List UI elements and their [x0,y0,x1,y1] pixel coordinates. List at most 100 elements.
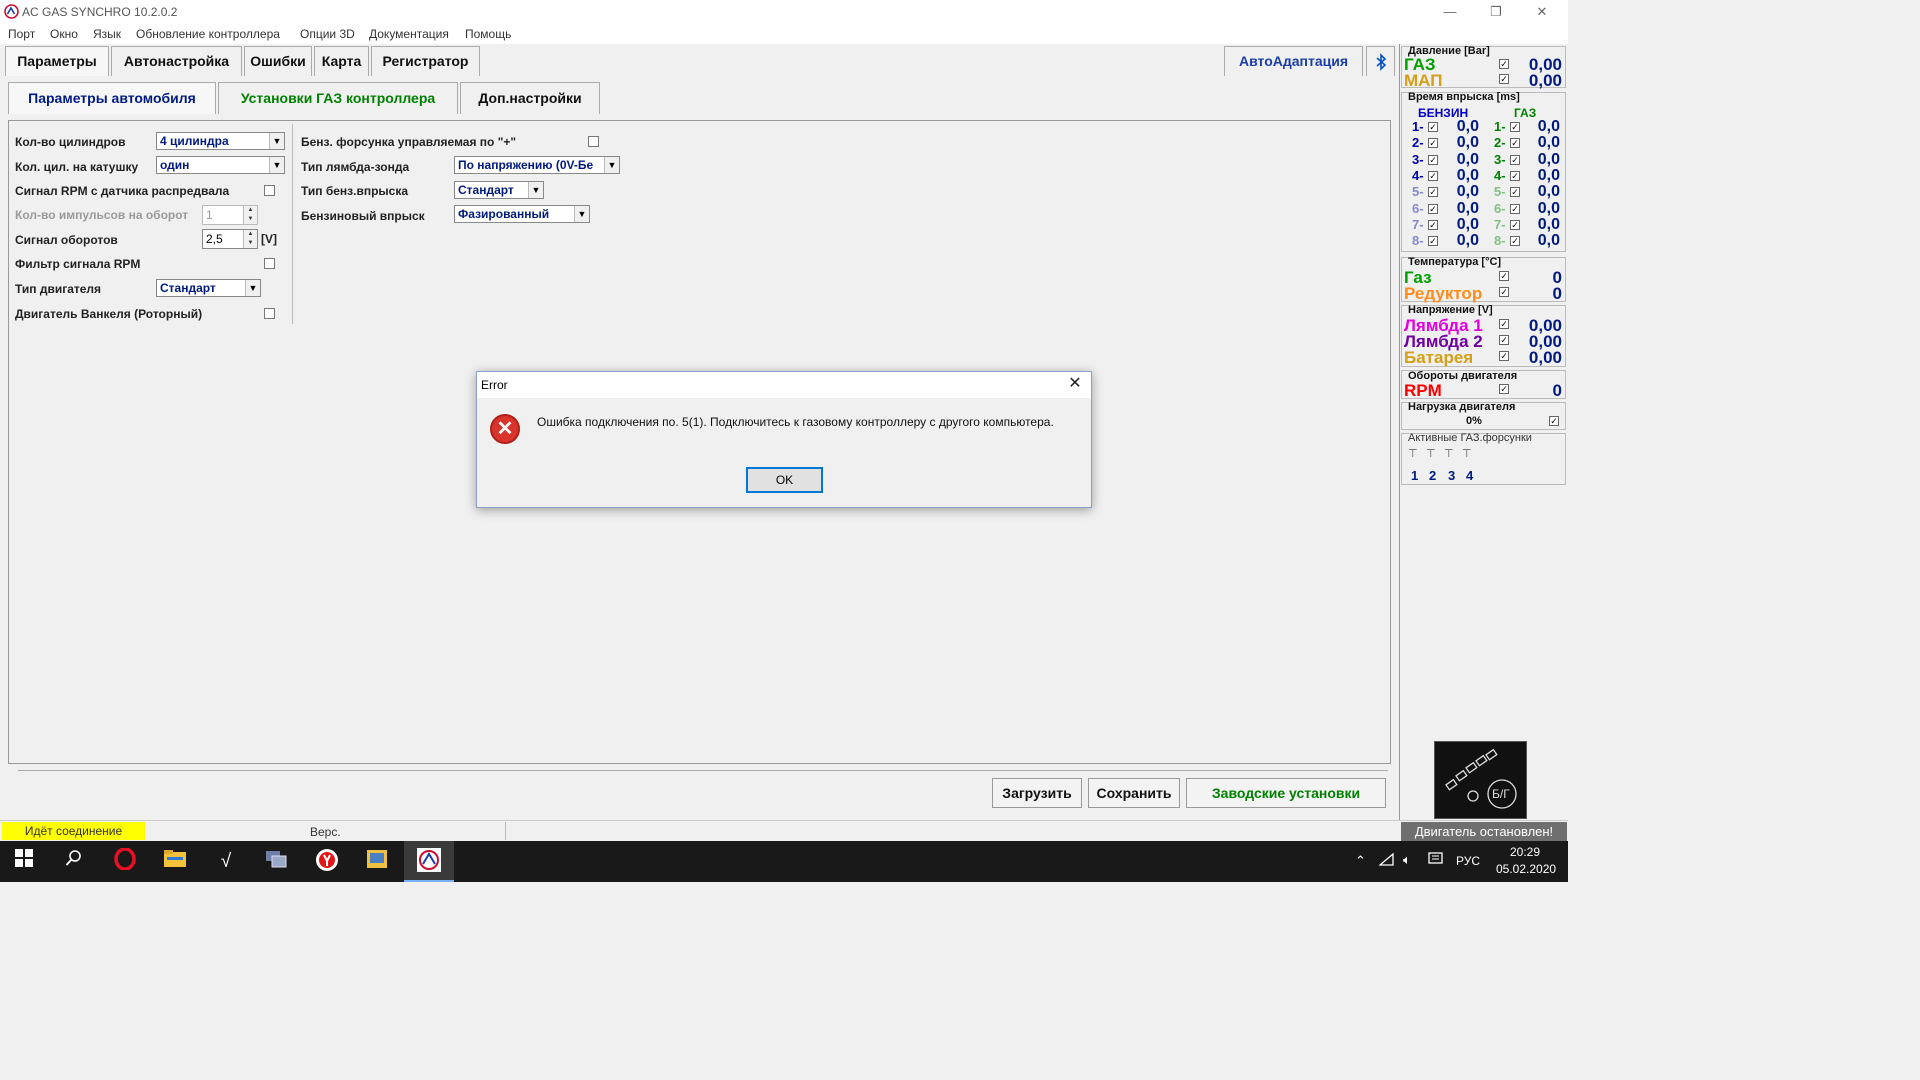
gas-injection-value: 0,0 [1537,183,1560,201]
restore-button[interactable]: ❐ [1476,2,1516,22]
error-icon: ✕ [490,414,520,444]
menu-port[interactable]: Порт [8,27,35,41]
subtab-gas-controller-settings[interactable]: Установки ГАЗ контроллера [218,82,458,114]
petrol-injector-checkbox[interactable]: ✓ [1428,236,1438,247]
menu-help[interactable]: Помощь [465,27,511,41]
gas-injector-checkbox[interactable]: ✓ [1510,219,1520,230]
tray-chevron-up-icon[interactable]: ⌃ [1355,853,1366,869]
pulses-spinner[interactable]: 1 ▲ ▼ [202,205,258,225]
network-app-icon[interactable] [262,848,290,876]
lambda-type-label: Тип лямбда-зонда [301,160,410,174]
opera-icon[interactable] [111,847,139,876]
factory-settings-button[interactable]: Заводские установки [1186,778,1386,808]
plus-injector-checkbox[interactable] [588,136,599,147]
petrol-injection-select[interactable]: Фазированный ▼ [454,205,590,223]
menu-controller-update[interactable]: Обновление контроллера [136,27,280,41]
active-injector-3: 3 [1448,468,1456,483]
gas-injector-number: 3- [1494,151,1506,167]
petrol-injector-checkbox[interactable]: ✓ [1428,187,1438,198]
gas-injector-checkbox[interactable]: ✓ [1510,154,1520,165]
gas-injector-number: 5- [1494,184,1506,200]
tab-errors[interactable]: Ошибки [244,46,312,76]
petrol-injector-checkbox[interactable]: ✓ [1428,203,1438,214]
gas-injector-checkbox[interactable]: ✓ [1510,122,1520,132]
battery-label: Батарея [1404,348,1474,367]
file-explorer-icon[interactable] [161,848,189,876]
tab-parameters[interactable]: Параметры [5,46,109,76]
rpm-cam-checkbox[interactable] [264,185,275,196]
save-button[interactable]: Сохранить [1088,778,1180,808]
chevron-down-icon: ▼ [604,157,619,173]
coil-value: один [160,158,190,172]
menu-documentation[interactable]: Документация [369,27,449,41]
petrol-injection-value: 0,0 [1456,118,1479,135]
spinner-arrows-icon: ▲ ▼ [243,230,257,248]
cylinders-select[interactable]: 4 цилиндра ▼ [156,132,285,150]
petrol-injector-checkbox[interactable]: ✓ [1428,138,1438,149]
rpm-signal-value: 2,5 [206,232,223,246]
auto-adapt-button[interactable]: АвтоАдаптация [1224,46,1363,76]
petrol-injector-checkbox[interactable]: ✓ [1428,122,1438,132]
engine-type-select[interactable]: Стандарт ▼ [156,279,261,297]
status-divider [505,822,506,840]
gas-injector-checkbox[interactable]: ✓ [1510,138,1520,149]
temp-reducer-label: Редуктор [1404,284,1483,303]
engine-load-checkbox[interactable]: ✓ [1549,416,1559,426]
tab-map[interactable]: Карта [314,46,369,76]
subtab-extra-settings[interactable]: Доп.настройки [460,82,600,114]
petrol-injection-value: 0,0 [1456,150,1479,168]
plus-injector-label: Бенз. форсунка управляемая по "+" [301,135,517,149]
photo-app-icon[interactable] [363,848,391,876]
wifi-icon[interactable] [1378,852,1394,869]
dialog-ok-button[interactable]: OK [746,467,823,493]
speaker-icon[interactable]: 🔈︎ [1403,852,1411,868]
clock-time[interactable]: 20:29 [1510,845,1540,859]
gas-injector-checkbox[interactable]: ✓ [1510,236,1520,247]
rpm-signal-spinner[interactable]: 2,5 ▲ ▼ [202,229,258,249]
windows-start-icon[interactable] [10,848,38,876]
load-button[interactable]: Загрузить [992,778,1082,808]
battery-value: 0,00 [1528,348,1562,367]
clock-date[interactable]: 05.02.2020 [1496,862,1556,876]
wankel-label: Двигатель Ванкеля (Роторный) [15,307,203,321]
lambda-type-select[interactable]: По напряжению (0V-Бе ▼ [454,156,620,174]
dialog-close-button[interactable]: ✕ [1065,374,1085,394]
active-injector-2: 2 [1429,468,1437,483]
notification-icon[interactable] [1428,852,1443,870]
gas-injector-number: 7- [1494,216,1506,232]
petrol-injector-number: 4- [1412,167,1424,183]
checkmark-app-icon[interactable]: √ [212,848,240,876]
gas-injector-checkbox[interactable]: ✓ [1510,170,1520,181]
rpm-filter-checkbox[interactable] [264,258,275,269]
gas-injector-checkbox[interactable]: ✓ [1510,203,1520,214]
gas-injector-checkbox[interactable]: ✓ [1510,187,1520,198]
wankel-checkbox[interactable] [264,308,275,319]
fuel-switch-label: Б/Г [1492,787,1510,801]
coil-select[interactable]: один ▼ [156,156,285,174]
petrol-injector-number: 8- [1412,233,1424,249]
subtab-vehicle-params[interactable]: Параметры автомобиля [8,82,216,114]
petrol-injector-checkbox[interactable]: ✓ [1428,219,1438,230]
fuel-switch-gauge[interactable]: Б/Г [1434,741,1527,819]
menu-3d-options[interactable]: Опции 3D [300,27,355,41]
language-indicator[interactable]: РУС [1456,854,1480,868]
petrol-injection-type-select[interactable]: Стандарт ▼ [454,181,544,199]
yandex-browser-icon[interactable] [313,848,341,876]
voltage-title: Напряжение [V] [1408,304,1493,316]
injection-time-title: Время впрыска [ms] [1408,91,1520,103]
menu-window[interactable]: Окно [50,27,78,41]
spinner-arrows-icon: ▲ ▼ [243,206,257,224]
petrol-injector-checkbox[interactable]: ✓ [1428,170,1438,181]
pulses-label: Кол-во импульсов на оборот [15,208,189,222]
menu-language[interactable]: Язык [93,27,121,41]
petrol-injector-checkbox[interactable]: ✓ [1428,154,1438,165]
search-icon[interactable] [60,848,88,876]
close-window-button[interactable]: ✕ [1522,2,1562,22]
ac-gas-app-icon[interactable] [415,848,443,876]
tab-autotune[interactable]: Автонастройка [111,46,242,76]
bottom-divider [18,770,1388,771]
tab-recorder[interactable]: Регистратор [371,46,480,76]
minimize-button[interactable]: — [1430,2,1470,22]
rpm-signal-label: Сигнал оборотов [15,233,118,247]
bluetooth-button[interactable] [1366,46,1395,76]
